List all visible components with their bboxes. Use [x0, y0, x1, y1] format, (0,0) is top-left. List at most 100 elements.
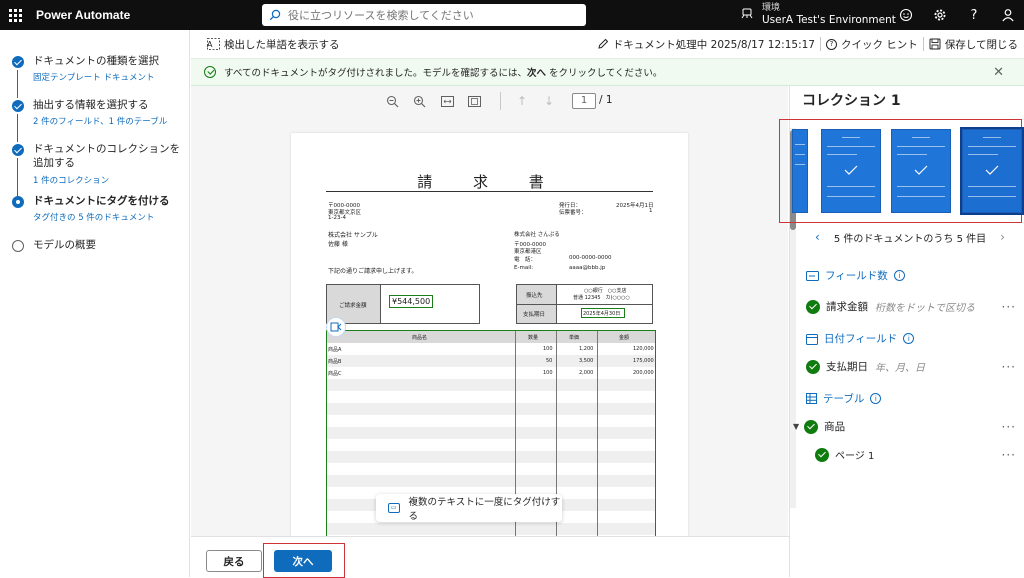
table-page-item[interactable]: ページ 1 ··· [815, 447, 1016, 462]
date-header-label: 日付フィールド [824, 333, 898, 345]
bank-line1: ○○銀行 ○○支店 [584, 288, 627, 294]
fit-width-icon[interactable] [439, 93, 455, 109]
invoice-address2: 1-23-4 [328, 215, 346, 221]
arrow-down-icon[interactable]: ↓ [541, 93, 557, 109]
table-cell: 175,000 [633, 358, 654, 364]
more-options-icon[interactable]: ··· [1002, 300, 1016, 314]
viewer-toolbar: ↑ ↓ 1 / 1 [191, 86, 788, 116]
bank-box: 振込先 ○○銀行 ○○支店 普通 12345 カ)○○○○ 支払期日 [516, 284, 653, 324]
top-bar: Power Automate 環境 UserA Test's Environme… [0, 0, 1024, 30]
date-section-header: 日付フィールド i [806, 331, 915, 346]
app-title[interactable]: Power Automate [36, 8, 130, 22]
due-label: 支払期日 [523, 312, 546, 318]
tagged-amount-field[interactable]: ¥544,500 [389, 295, 433, 308]
zoom-out-icon[interactable] [384, 93, 400, 109]
search-icon [262, 9, 288, 21]
check-circle-icon [806, 359, 820, 374]
table-cell: 2,000 [579, 370, 594, 376]
next-button-highlight: 次へ [263, 543, 345, 578]
table-cell: 100 [543, 346, 553, 352]
document-thumbnail[interactable] [821, 129, 881, 213]
invoice-title: 請 求 書 [417, 173, 562, 191]
processing-status: ドキュメント処理中 2025/8/17 12:15:17 [597, 37, 815, 52]
table-item-products[interactable]: ▼ 商品 ··· [793, 419, 1016, 434]
customer-person: 佐藤 様 [328, 241, 348, 248]
text-field-icon [806, 270, 819, 281]
save-close-button[interactable]: 保存して閉じる [929, 37, 1018, 52]
quick-hint-button[interactable]: ? クイック ヒント [825, 37, 918, 52]
document-thumbnail[interactable] [792, 129, 808, 213]
field-item-due-date[interactable]: 支払期日 年、月、日 ··· [806, 359, 1016, 374]
text-box-icon: ▭ [388, 503, 400, 513]
table-cell: 商品C [328, 371, 342, 377]
email-value: aaaa@bbb.jp [569, 265, 606, 271]
search-input[interactable] [288, 8, 568, 22]
environment-icon [740, 5, 754, 24]
multi-tag-button[interactable]: ▭ 複数のテキストに一度にタグ付けする [376, 494, 562, 522]
vendor-address: 東京都港区 [514, 249, 542, 255]
step-title: 抽出する情報を選択する [33, 99, 149, 111]
table-cell: 50 [546, 358, 553, 364]
step-current-icon [12, 196, 24, 208]
tel-value: 000-0000-0000 [569, 255, 612, 261]
col-header-price: 単価 [569, 335, 580, 341]
table-cell: 120,000 [633, 346, 654, 352]
more-options-icon[interactable]: ··· [1002, 448, 1016, 462]
checkmark-icon [844, 165, 858, 175]
amount-label: ご請求金額 [339, 303, 367, 309]
arrow-up-icon[interactable]: ↑ [514, 93, 530, 109]
show-detected-words-button[interactable]: A 検出した単語を表示する [207, 37, 340, 52]
chevron-left-icon[interactable]: ‹ [815, 230, 820, 244]
search-box[interactable] [262, 4, 586, 26]
fields-section-header: フィールド数 i [806, 268, 905, 283]
page-total: / 1 [599, 94, 613, 106]
help-icon[interactable]: ? [964, 5, 984, 25]
gear-icon[interactable] [930, 5, 950, 25]
footer-bar: 戻る 次へ [191, 536, 789, 578]
environment-picker[interactable]: 環境 UserA Test's Environment [740, 2, 896, 26]
table-cell: 200,000 [633, 370, 654, 376]
field-name: 請求金額 [826, 301, 868, 313]
next-button[interactable]: 次へ [274, 550, 332, 572]
page-name: ページ 1 [835, 451, 875, 462]
close-icon[interactable]: ✕ [993, 65, 1004, 80]
step-subtitle: 2 件のフィールド、1 件のテーブル [33, 117, 168, 127]
app-launcher-icon[interactable] [2, 0, 28, 30]
issue-date: 2025年4月1日 [616, 203, 654, 209]
info-icon[interactable]: i [893, 270, 905, 281]
fields-header-label: フィールド数 [825, 270, 888, 282]
chevron-right-icon[interactable]: › [1000, 230, 1005, 244]
person-icon[interactable] [998, 5, 1018, 25]
info-icon[interactable]: i [870, 393, 882, 404]
back-button[interactable]: 戻る [206, 550, 262, 572]
document-thumbnail[interactable] [891, 129, 951, 213]
tagged-due-date-field[interactable]: 2025年4月30日 [581, 308, 625, 318]
step-subtitle: タグ付きの 5 件のドキュメント [33, 213, 155, 223]
more-options-icon[interactable]: ··· [1002, 420, 1016, 434]
field-item-amount[interactable]: 請求金額 桁数をドットで区切る ··· [806, 299, 1016, 314]
info-icon[interactable]: i [903, 333, 915, 344]
caret-down-icon[interactable]: ▼ [793, 422, 799, 431]
environment-name: UserA Test's Environment [762, 14, 896, 26]
vendor-name: 株式会社 さんぷる [514, 232, 560, 238]
tag-label-icon[interactable] [326, 317, 346, 337]
step-subtitle: 固定テンプレート ドキュメント [33, 73, 155, 83]
fit-page-icon[interactable] [466, 93, 482, 109]
table-cell: 商品B [328, 359, 342, 365]
table-header-label: テーブル [823, 393, 865, 405]
wizard-stepper: ドキュメントの種類を選択 固定テンプレート ドキュメント 抽出する情報を選択する… [0, 30, 190, 577]
document-pager: ‹ 5 件のドキュメントのうち 5 件目 › [815, 229, 1005, 245]
table-section-header: テーブル i [806, 391, 882, 406]
step-complete-icon [12, 144, 24, 156]
zoom-in-icon[interactable] [411, 93, 427, 109]
toolbar: A 検出した単語を表示する ドキュメント処理中 2025/8/17 12:15:… [191, 30, 1024, 58]
document-thumbnail-selected[interactable] [960, 127, 1024, 215]
feedback-icon[interactable] [896, 5, 916, 25]
more-options-icon[interactable]: ··· [1002, 360, 1016, 374]
step-title: モデルの概要 [33, 239, 96, 251]
email-label: E-mail: [514, 265, 534, 271]
customer-name: 株式会社 サンプル [328, 232, 378, 239]
success-icon [204, 66, 216, 78]
pencil-icon [598, 38, 609, 49]
page-number-input[interactable]: 1 [572, 93, 596, 109]
